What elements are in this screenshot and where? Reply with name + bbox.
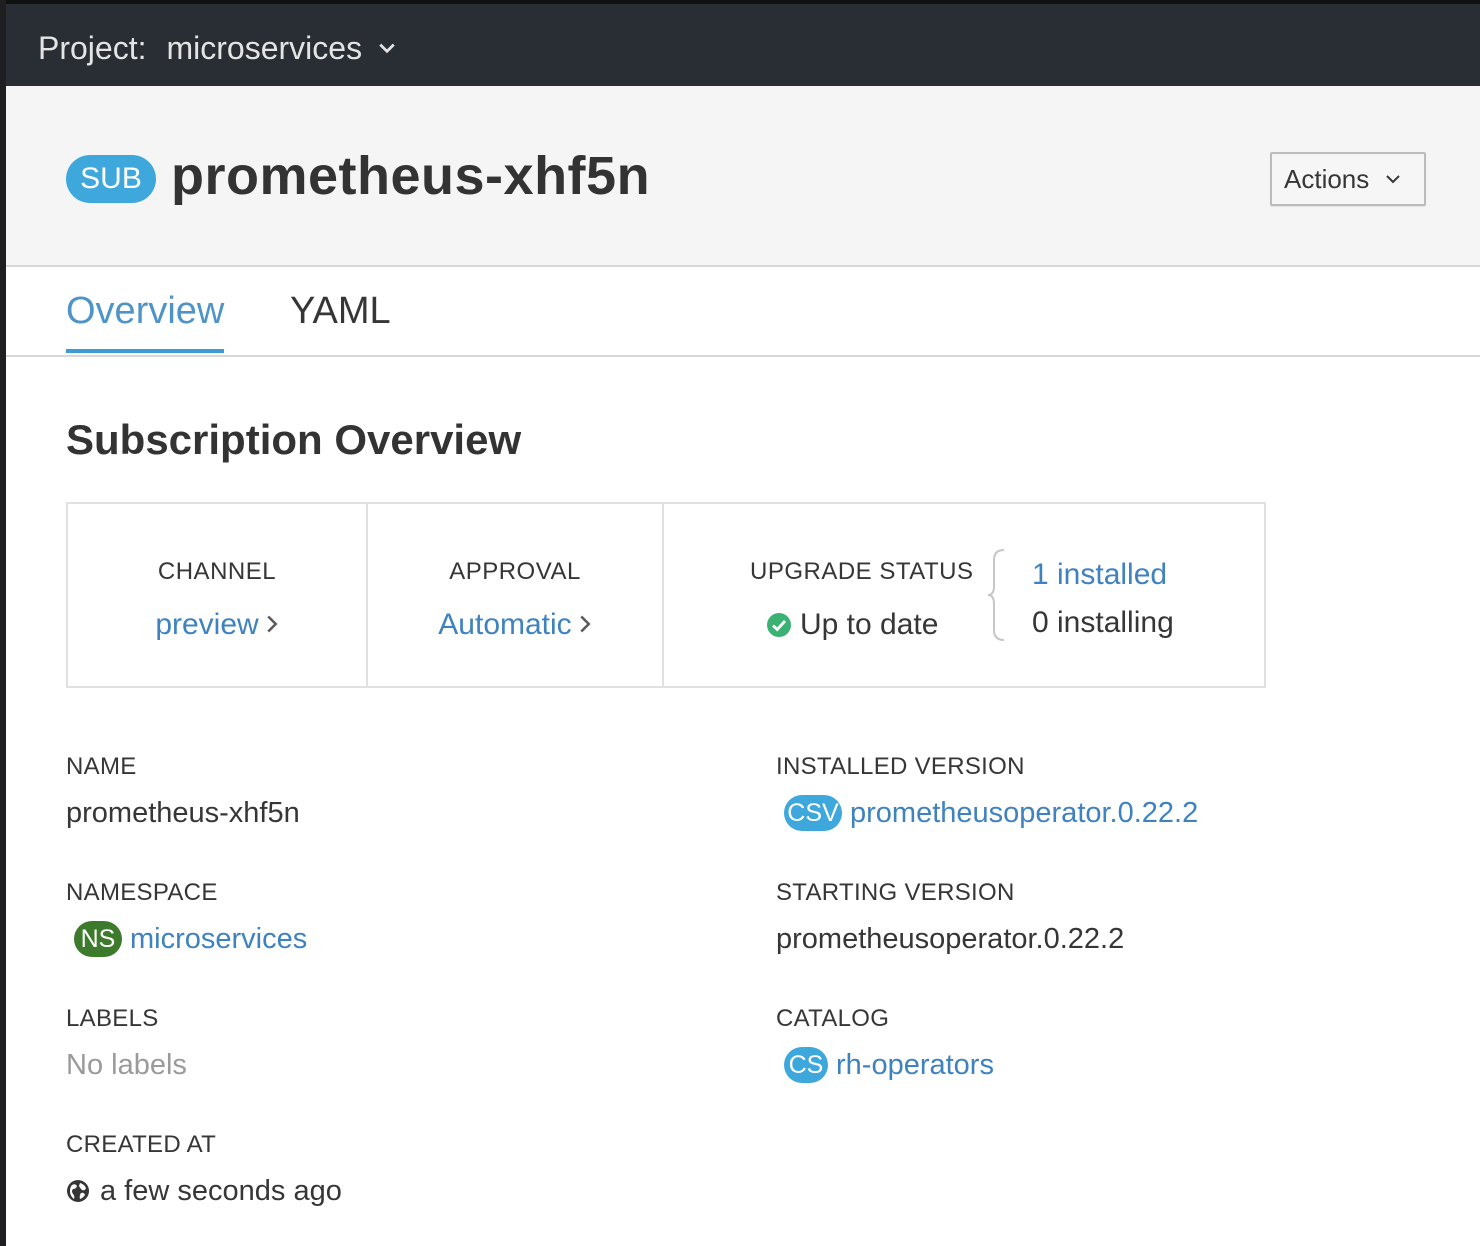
project-name: microservices (166, 29, 363, 66)
starting-version-value: prometheusoperator.0.22.2 (776, 923, 1125, 955)
upgrade-status-text: Up to date (800, 608, 939, 641)
labels-label: LABELS (66, 1005, 159, 1032)
upgrade-status-value: Up to date (766, 608, 938, 642)
brace-divider (987, 549, 1005, 641)
tab-overview[interactable]: Overview (66, 288, 225, 353)
catalog-label: CATALOG (776, 1005, 890, 1032)
tab-bar: Overview YAML (6, 268, 1480, 357)
project-label: Project: (38, 29, 147, 66)
installed-version-label: INSTALLED VERSION (776, 753, 1025, 780)
chevron-right-icon (267, 615, 278, 633)
name-label: NAME (66, 753, 137, 780)
tab-yaml[interactable]: YAML (290, 288, 391, 334)
namespace-badge: NS (74, 921, 122, 957)
catalog-source-badge: CS (784, 1047, 828, 1083)
detail-catalog: CATALOG CS rh-operators (776, 1004, 994, 1084)
actions-button[interactable]: Actions (1270, 152, 1426, 206)
channel-cell: CHANNEL preview (68, 504, 368, 686)
starting-version-label: STARTING VERSION (776, 879, 1015, 906)
installed-count-link[interactable]: 1 installed (1032, 558, 1167, 592)
window-left-edge (0, 0, 6, 1246)
labels-value: No labels (66, 1049, 187, 1081)
detail-starting-version: STARTING VERSION prometheusoperator.0.22… (776, 878, 1124, 958)
page-title: prometheus-xhf5n (171, 146, 651, 206)
approval-value: Automatic (438, 608, 572, 641)
upgrade-status-label: UPGRADE STATUS (750, 558, 974, 585)
installing-count: 0 installing (1032, 606, 1174, 639)
detail-namespace: NAMESPACE NS microservices (66, 878, 307, 958)
namespace-value-row: NS microservices (66, 920, 307, 958)
namespace-link[interactable]: microservices (130, 920, 307, 958)
section-title: Subscription Overview (66, 416, 522, 463)
check-circle-icon (767, 613, 791, 637)
installed-version-link[interactable]: prometheusoperator.0.22.2 (850, 794, 1198, 832)
chevron-right-icon (580, 615, 591, 633)
created-at-value-row: a few seconds ago (66, 1172, 342, 1210)
catalog-row: CS rh-operators (776, 1046, 994, 1084)
approval-cell: APPROVAL Automatic (368, 504, 664, 686)
csv-badge: CSV (784, 795, 842, 831)
channel-link[interactable]: preview (68, 608, 366, 642)
catalog-link[interactable]: rh-operators (836, 1046, 994, 1084)
project-dropdown[interactable]: Project: microservices (38, 28, 396, 68)
subscription-status-box: CHANNEL preview APPROVAL Automatic UPGRA… (66, 502, 1266, 688)
chevron-down-icon (379, 43, 395, 54)
detail-created-at: CREATED AT a few seconds ago (66, 1130, 342, 1210)
detail-installed-version: INSTALLED VERSION CSV prometheusoperator… (776, 752, 1198, 832)
approval-link[interactable]: Automatic (368, 608, 662, 642)
actions-label: Actions (1284, 163, 1370, 194)
approval-label: APPROVAL (449, 558, 581, 585)
detail-labels: LABELS No labels (66, 1004, 187, 1084)
detail-name: NAME prometheus-xhf5n (66, 752, 300, 832)
resource-header: SUB prometheus-xhf5n Actions (6, 86, 1480, 267)
name-value: prometheus-xhf5n (66, 797, 300, 829)
resource-kind-badge: SUB (66, 155, 156, 203)
masthead: Project: microservices (0, 0, 1480, 86)
created-at-value: a few seconds ago (100, 1175, 342, 1207)
namespace-label: NAMESPACE (66, 879, 218, 906)
upgrade-status-cell: UPGRADE STATUS Up to date 1 installed 0 … (664, 504, 1264, 686)
chevron-down-icon (1386, 175, 1400, 184)
channel-value: preview (155, 608, 259, 641)
installed-version-row: CSV prometheusoperator.0.22.2 (776, 794, 1198, 832)
created-at-label: CREATED AT (66, 1131, 217, 1158)
channel-label: CHANNEL (157, 558, 277, 585)
globe-icon (67, 1180, 89, 1202)
